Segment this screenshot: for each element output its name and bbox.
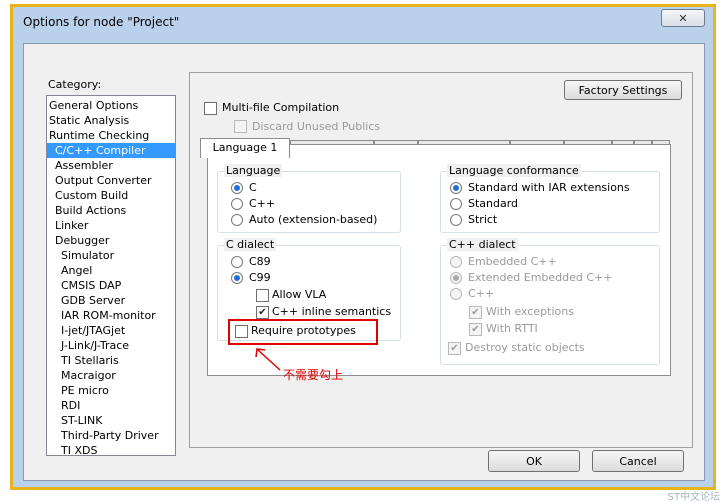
conformance-radio[interactable]: [450, 198, 462, 210]
language-option-label: C++: [249, 197, 276, 210]
conformance-group-title: Language conformance: [447, 164, 581, 177]
language-group-title: Language: [224, 164, 283, 177]
conformance-radio[interactable]: [450, 214, 462, 226]
category-item[interactable]: PE micro: [47, 383, 175, 398]
close-button[interactable]: ✕: [661, 9, 705, 27]
category-item[interactable]: RDI: [47, 398, 175, 413]
checkmark-icon: ✔: [471, 307, 480, 318]
category-item[interactable]: Custom Build: [47, 188, 175, 203]
tab-language-1[interactable]: Language 1: [200, 138, 290, 158]
conformance-option-label: Standard: [468, 197, 519, 210]
checkmark-icon: ✔: [258, 307, 267, 318]
category-item[interactable]: Output Converter: [47, 173, 175, 188]
checkmark-icon: ✔: [450, 343, 459, 354]
conformance-option-label: Standard with IAR extensions: [468, 181, 630, 194]
cpp-dialect-option-label: Embedded C++: [468, 255, 557, 268]
category-item[interactable]: IAR ROM-monitor: [47, 308, 175, 323]
category-item[interactable]: TI Stellaris: [47, 353, 175, 368]
with-exceptions-checkbox[interactable]: ✔: [469, 306, 482, 319]
destroy-static-checkbox[interactable]: ✔: [448, 342, 461, 355]
category-item[interactable]: Runtime Checking: [47, 128, 175, 143]
category-item[interactable]: Assembler: [47, 158, 175, 173]
category-list[interactable]: General Options Static Analysis Runtime Ch…: [46, 95, 176, 456]
category-item[interactable]: Static Analysis: [47, 113, 175, 128]
factory-settings-button[interactable]: Factory Settings: [564, 80, 682, 100]
c-dialect-radio[interactable]: [231, 272, 243, 284]
category-item[interactable]: Linker: [47, 218, 175, 233]
annotation-text: 不需要勾上: [283, 368, 344, 382]
category-item[interactable]: I-jet/JTAGjet: [47, 323, 175, 338]
category-item[interactable]: J-Link/J-Trace: [47, 338, 175, 353]
destroy-static-label: Destroy static objects: [465, 341, 585, 354]
conformance-radio[interactable]: [450, 182, 462, 194]
c-dialect-option-label: C89: [249, 255, 271, 268]
allow-vla-label: Allow VLA: [272, 288, 327, 301]
category-item[interactable]: TI XDS: [47, 443, 175, 455]
cancel-button[interactable]: Cancel: [592, 450, 684, 472]
language-option-label: C: [249, 181, 257, 194]
language-radio[interactable]: [231, 214, 243, 226]
watermark: ST中文论坛: [667, 492, 720, 503]
category-item[interactable]: Macraigor: [47, 368, 175, 383]
cpp-dialect-radio[interactable]: [450, 256, 462, 268]
language-option-label: Auto (extension-based): [249, 213, 378, 226]
language-radio[interactable]: [231, 198, 243, 210]
with-rtti-checkbox[interactable]: ✔: [469, 323, 482, 336]
category-item[interactable]: Angel: [47, 263, 175, 278]
category-item[interactable]: ST-LINK: [47, 413, 175, 428]
annotation-arrow-icon: [255, 348, 281, 371]
cpp-dialect-radio[interactable]: [450, 272, 462, 284]
cpp-dialect-option-label: Extended Embedded C++: [468, 271, 613, 284]
c-dialect-group-title: C dialect: [224, 238, 277, 251]
category-item[interactable]: C/C++ Compiler: [47, 143, 175, 158]
inline-semantics-label: C++ inline semantics: [272, 305, 392, 318]
cpp-dialect-group-title: C++ dialect: [447, 238, 518, 251]
category-item[interactable]: CMSIS DAP: [47, 278, 175, 293]
category-item[interactable]: Third-Party Driver: [47, 428, 175, 443]
close-icon: ✕: [678, 11, 688, 25]
discard-label: Discard Unused Publics: [252, 120, 381, 133]
category-item[interactable]: Simulator: [47, 248, 175, 263]
highlight-box: [228, 319, 378, 345]
allow-vla-checkbox[interactable]: [256, 289, 269, 302]
cpp-dialect-option-label: C++: [468, 287, 495, 300]
c-dialect-option-label: C99: [249, 271, 271, 284]
multifile-label: Multi-file Compilation: [222, 101, 340, 114]
multifile-checkbox[interactable]: [204, 102, 217, 115]
c-dialect-radio[interactable]: [231, 256, 243, 268]
cpp-dialect-radio[interactable]: [450, 288, 462, 300]
inline-semantics-checkbox[interactable]: ✔: [256, 306, 269, 319]
category-label: Category:: [48, 78, 102, 91]
language-radio[interactable]: [231, 182, 243, 194]
checkmark-icon: ✔: [471, 324, 480, 335]
category-item[interactable]: General Options: [47, 98, 175, 113]
ok-button[interactable]: OK: [488, 450, 580, 472]
category-item[interactable]: GDB Server: [47, 293, 175, 308]
with-rtti-label: With RTTI: [486, 322, 538, 335]
window-title: Options for node "Project": [23, 15, 180, 29]
with-exceptions-label: With exceptions: [486, 305, 574, 318]
discard-checkbox[interactable]: [234, 120, 247, 133]
category-item[interactable]: Build Actions: [47, 203, 175, 218]
conformance-option-label: Strict: [468, 213, 498, 226]
category-item[interactable]: Debugger: [47, 233, 175, 248]
